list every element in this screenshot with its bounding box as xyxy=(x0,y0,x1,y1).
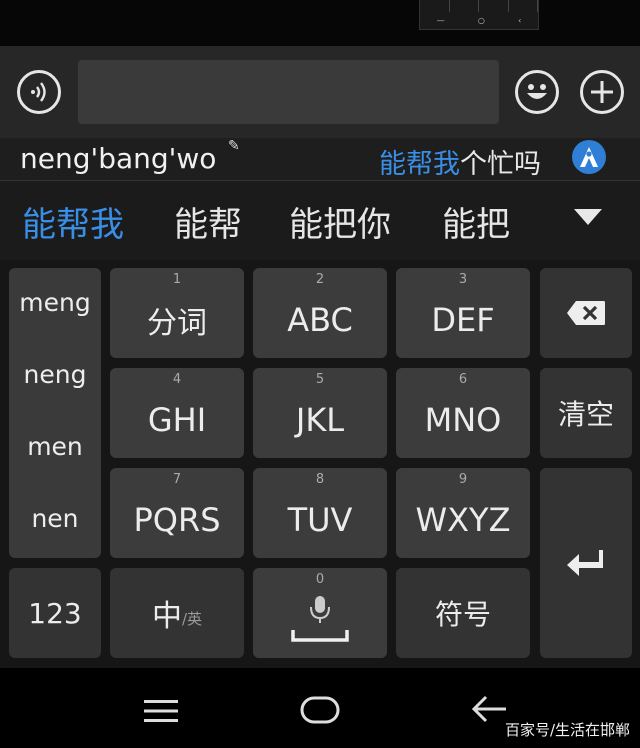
language-main-label: 中 xyxy=(151,599,182,634)
enter-return-icon xyxy=(567,550,603,576)
prediction-highlight: 能帮我 xyxy=(379,149,460,180)
language-switch-key[interactable]: 中/英 xyxy=(110,568,244,658)
space-key[interactable]: 0 xyxy=(253,568,387,658)
pinyin-options-list[interactable]: meng neng men nen xyxy=(9,268,101,558)
number-mode-label: 123 xyxy=(28,596,82,630)
clear-key[interactable]: 清空 xyxy=(540,368,632,458)
pinyin-option-3[interactable]: men xyxy=(9,432,101,461)
space-bar-icon xyxy=(291,630,349,642)
thumb-nav-back: ‹ xyxy=(518,16,522,25)
voice-input-button[interactable] xyxy=(17,70,61,114)
key-label: 分词 xyxy=(147,306,207,341)
key-label: DEF xyxy=(431,301,495,339)
key-8-tuv[interactable]: 8 TUV xyxy=(253,468,387,558)
key-label: PQRS xyxy=(133,501,221,539)
key-number: 0 xyxy=(315,572,325,587)
symbols-key[interactable]: 符号 xyxy=(396,568,530,658)
pinyin-composition[interactable]: neng'bang'wo xyxy=(20,142,216,175)
key-number: 9 xyxy=(458,472,468,487)
home-icon[interactable] xyxy=(300,696,340,724)
key-number: 1 xyxy=(172,272,182,287)
watermark-text: 百家号/生活在邯郸 xyxy=(504,721,630,739)
key-label: TUV xyxy=(287,501,353,539)
candidate-2[interactable]: 能帮 xyxy=(174,197,242,246)
key-number: 7 xyxy=(172,472,182,487)
key-number: 4 xyxy=(172,372,182,387)
voice-waves-icon xyxy=(31,82,46,102)
prediction-rest: 个忙吗 xyxy=(460,149,541,180)
person-icon xyxy=(580,147,598,167)
number-mode-key[interactable]: 123 xyxy=(9,568,101,658)
backspace-icon xyxy=(567,301,605,325)
key-label: ABC xyxy=(287,301,353,339)
pinyin-option-2[interactable]: neng xyxy=(9,360,101,389)
menu-icon[interactable] xyxy=(144,698,178,724)
key-7-pqrs[interactable]: 7 PQRS xyxy=(110,468,244,558)
thumbnail-keys xyxy=(420,0,538,12)
smart-assistant-button[interactable] xyxy=(572,140,606,174)
key-number: 5 xyxy=(315,372,325,387)
emoji-button[interactable] xyxy=(515,70,559,114)
key-number: 2 xyxy=(315,272,325,287)
language-sub-label: /英 xyxy=(181,609,203,628)
symbols-label: 符号 xyxy=(434,598,491,631)
key-label: JKL xyxy=(295,401,345,439)
candidate-3[interactable]: 能把你 xyxy=(289,197,391,246)
key-number: 3 xyxy=(458,272,468,287)
enter-key[interactable] xyxy=(540,468,632,658)
sentence-prediction[interactable]: 能帮我个忙吗 xyxy=(379,142,541,181)
key-9-wxyz[interactable]: 9 WXYZ xyxy=(396,468,530,558)
system-navigation-bar: 百家号/生活在邯郸 xyxy=(0,668,640,748)
previous-screen-thumbnail: — ○ ‹ xyxy=(419,0,539,30)
more-options-button[interactable] xyxy=(580,70,624,114)
top-strip: — ○ ‹ xyxy=(0,0,640,46)
back-arrow-icon[interactable] xyxy=(472,694,508,724)
key-1-segment[interactable]: 1 分词 xyxy=(110,268,244,358)
t9-keyboard: meng neng men nen 1 分词 2 ABC 3 DEF 4 GHI… xyxy=(0,260,640,668)
smiley-icon xyxy=(527,84,547,99)
plus-icon xyxy=(591,81,613,103)
key-2-abc[interactable]: 2 ABC xyxy=(253,268,387,358)
composition-bar: neng'bang'wo ✎ 能帮我个忙吗 xyxy=(0,138,640,180)
key-5-jkl[interactable]: 5 JKL xyxy=(253,368,387,458)
key-4-ghi[interactable]: 4 GHI xyxy=(110,368,244,458)
key-number: 8 xyxy=(315,472,325,487)
pinyin-option-1[interactable]: meng xyxy=(9,288,101,317)
key-label: WXYZ xyxy=(415,501,511,539)
key-number: 6 xyxy=(458,372,468,387)
pinyin-option-4[interactable]: nen xyxy=(9,504,101,533)
candidate-4[interactable]: 能把 xyxy=(442,197,510,246)
thumb-nav-home: ○ xyxy=(477,16,485,25)
clear-label: 清空 xyxy=(557,398,614,431)
edit-pencil-icon[interactable]: ✎ xyxy=(228,138,240,154)
chat-input-bar xyxy=(0,46,640,138)
thumb-nav-menu: — xyxy=(436,16,445,25)
expand-candidates-icon[interactable] xyxy=(574,209,602,225)
key-3-def[interactable]: 3 DEF xyxy=(396,268,530,358)
thumbnail-nav: — ○ ‹ xyxy=(420,16,538,25)
candidate-1[interactable]: 能帮我 xyxy=(22,197,124,246)
microphone-icon xyxy=(310,596,330,623)
candidate-bar: 能帮我 能帮 能把你 能把 xyxy=(0,180,640,260)
backspace-key[interactable] xyxy=(540,268,632,358)
key-label: MNO xyxy=(424,401,502,439)
key-6-mno[interactable]: 6 MNO xyxy=(396,368,530,458)
message-input-field[interactable] xyxy=(78,60,499,124)
key-label: GHI xyxy=(147,401,207,439)
